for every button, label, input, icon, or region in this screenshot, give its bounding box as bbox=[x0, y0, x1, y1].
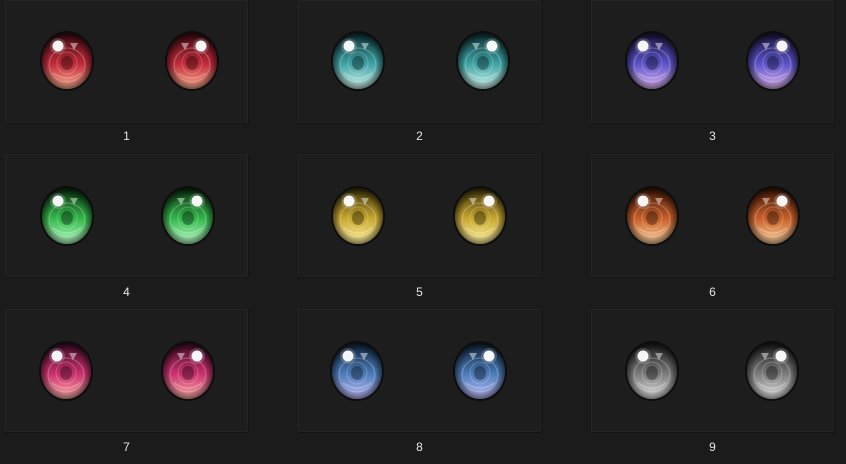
left-eye bbox=[40, 31, 94, 91]
thumbnail-label: 7 bbox=[123, 440, 130, 454]
thumbnail-tile-5[interactable] bbox=[298, 154, 542, 278]
left-eye bbox=[625, 341, 679, 401]
right-eye bbox=[746, 31, 800, 91]
eye-pair-image bbox=[625, 186, 800, 246]
thumbnail-tile-2[interactable] bbox=[298, 0, 542, 124]
eye-pair-image bbox=[625, 341, 799, 401]
left-eye bbox=[331, 186, 385, 246]
right-eye bbox=[453, 186, 507, 246]
eye-pair-image bbox=[625, 31, 800, 91]
right-eye bbox=[745, 341, 799, 401]
eye-pair-image bbox=[330, 341, 507, 401]
thumbnail-label: 8 bbox=[416, 440, 423, 454]
eye-texture-gallery: 1 2 3 4 5 6 7 8 9 bbox=[0, 0, 846, 464]
eye-pair-image bbox=[40, 31, 219, 91]
right-eye bbox=[161, 186, 215, 246]
eye-pair-image bbox=[331, 186, 507, 246]
right-eye bbox=[746, 186, 800, 246]
left-eye bbox=[625, 186, 679, 246]
left-eye bbox=[40, 186, 94, 246]
right-eye bbox=[453, 341, 507, 401]
thumbnail-tile-1[interactable] bbox=[5, 0, 249, 124]
thumbnail-label: 6 bbox=[709, 285, 716, 299]
thumbnail-tile-4[interactable] bbox=[5, 154, 249, 278]
right-eye bbox=[456, 31, 510, 91]
thumbnail-label: 1 bbox=[123, 129, 130, 143]
thumbnail-tile-8[interactable] bbox=[298, 309, 542, 433]
eye-pair-image bbox=[39, 341, 215, 401]
thumbnail-label: 5 bbox=[416, 285, 423, 299]
eye-pair-image bbox=[40, 186, 215, 246]
left-eye bbox=[330, 341, 384, 401]
eye-pair-image bbox=[331, 31, 510, 91]
thumbnail-tile-9[interactable] bbox=[591, 309, 835, 433]
right-eye bbox=[165, 31, 219, 91]
thumbnail-tile-7[interactable] bbox=[5, 309, 249, 433]
thumbnail-label: 3 bbox=[709, 129, 716, 143]
thumbnail-label: 2 bbox=[416, 129, 423, 143]
thumbnail-tile-6[interactable] bbox=[591, 154, 835, 278]
right-eye bbox=[161, 341, 215, 401]
left-eye bbox=[39, 341, 93, 401]
thumbnail-label: 4 bbox=[123, 285, 130, 299]
left-eye bbox=[331, 31, 385, 91]
thumbnail-tile-3[interactable] bbox=[591, 0, 835, 124]
left-eye bbox=[625, 31, 679, 91]
thumbnail-label: 9 bbox=[709, 440, 716, 454]
